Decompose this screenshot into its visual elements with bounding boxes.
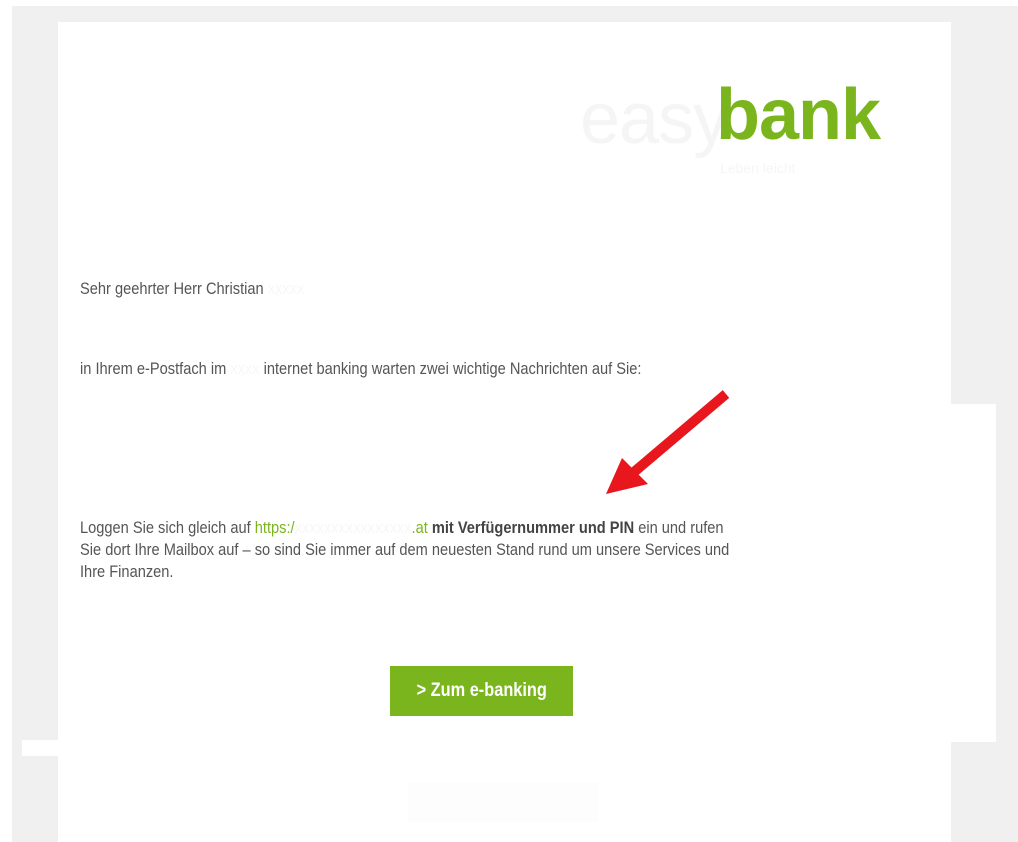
e-banking-button-label: > Zum e-banking [416,680,547,701]
intro-text-start: in Ihrem e-Postfach im [80,359,231,378]
blank-band-right [906,404,996,742]
intro-paragraph: in Ihrem e-Postfach im xxxx internet ban… [80,358,641,380]
e-banking-button[interactable]: > Zum e-banking [390,666,573,716]
logo-watermark: easy [580,79,729,159]
login-paragraph: Loggen Sie sich gleich auf https:/xxxxxx… [80,517,729,583]
faded-footer-element [408,782,598,822]
login-line-2: Sie dort Ihre Mailbox auf – so sind Sie … [80,540,730,559]
login-text-end: ein und rufen [634,518,724,537]
login-line-1: Loggen Sie sich gleich auf https:/xxxxxx… [80,517,729,539]
link-end: .at [411,518,428,537]
login-text-start: Loggen Sie sich gleich auf [80,518,255,537]
easybank-logo: easy bank Leben leicht [576,72,886,182]
redacted-bank-name: xxxx [230,359,260,378]
email-screenshot: easy bank Leben leicht Sehr geehrter Her… [0,0,1018,842]
arrow-shaft [630,390,730,476]
redacted-link: xxxxxxxxxxxxxxxx [294,518,412,537]
redacted-name: xxxxx [267,279,305,298]
logo-tagline: Leben leicht [720,160,796,176]
logo-brand: bank [716,75,881,155]
login-link[interactable]: https:/xxxxxxxxxxxxxxxx.at [255,518,428,537]
blank-band [58,404,994,450]
login-line-3: Ihre Finanzen. [80,562,174,581]
greeting-text: Sehr geehrter Herr Christian [80,279,264,298]
intro-text-end: internet banking warten zwei wichtige Na… [259,359,642,378]
credentials-emphasis: mit Verfügernummer und PIN [427,518,635,537]
link-start: https:/ [254,518,295,537]
blank-band-bottom [22,740,910,756]
red-arrow-annotation [606,390,730,494]
greeting: Sehr geehrter Herr Christian xxxxx [80,278,304,300]
